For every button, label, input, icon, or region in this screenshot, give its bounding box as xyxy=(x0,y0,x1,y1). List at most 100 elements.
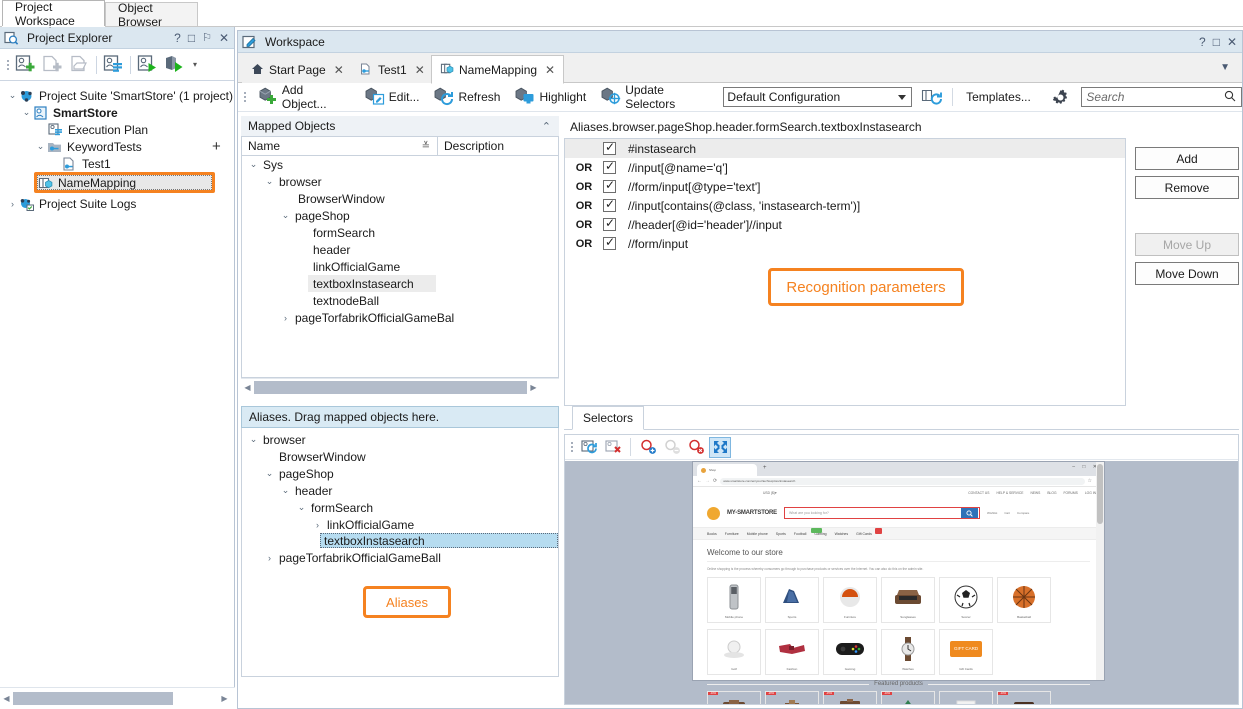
product-card[interactable]: -10% xyxy=(707,691,761,704)
selector-row[interactable]: OR //input[contains(@class, 'instasearch… xyxy=(565,196,1125,215)
expander-icon[interactable]: ⌄ xyxy=(34,141,47,152)
header-link-compare[interactable]: Compare xyxy=(1017,511,1029,515)
category-card[interactable]: Sunglasses xyxy=(881,577,935,623)
chevron-up-icon[interactable]: ⌃ xyxy=(542,120,551,133)
scroll-left-arrow-icon[interactable]: ◀ xyxy=(0,694,13,703)
alias-row-pageshop[interactable]: ⌄pageShop xyxy=(242,465,558,482)
tree-item-project-suite-logs[interactable]: › Project Suite Logs xyxy=(0,195,234,212)
add-object-button[interactable]: Add Object... xyxy=(251,85,356,110)
selector-row[interactable]: OR //input[@name='q'] xyxy=(565,158,1125,177)
scroll-thumb[interactable] xyxy=(13,692,173,705)
run-project-icon[interactable] xyxy=(134,52,161,78)
forward-icon[interactable]: → xyxy=(705,478,710,484)
scroll-right-arrow-icon[interactable]: ▶ xyxy=(527,383,540,392)
chevron-down-icon[interactable]: ▼ xyxy=(1220,62,1230,73)
category-card[interactable]: GIFT CARDGift Cards xyxy=(939,629,993,675)
expander-icon[interactable]: › xyxy=(263,553,276,563)
back-icon[interactable]: ← xyxy=(697,478,702,484)
doc-tab-test1[interactable]: Test1 ✕ xyxy=(351,57,434,83)
new-project-icon[interactable] xyxy=(39,52,66,78)
instasearch-textbox[interactable]: What are you looking for? xyxy=(784,507,980,519)
alias-row-pagetorfabrik[interactable]: ›pageTorfabrikOfficialGameBall xyxy=(242,549,558,566)
expander-icon[interactable]: › xyxy=(279,313,292,323)
help-icon[interactable]: ? xyxy=(174,32,181,44)
close-icon[interactable]: ✕ xyxy=(415,63,425,77)
toolbar-grip[interactable] xyxy=(4,55,12,75)
browser-tab[interactable]: Shop xyxy=(697,464,757,476)
doc-tab-start-page[interactable]: Start Page ✕ xyxy=(242,57,353,83)
alias-row-textboxinstasearch[interactable]: textboxInstasearch xyxy=(320,533,558,548)
alias-row-browser[interactable]: ⌄browser xyxy=(242,431,558,448)
refresh-preview-icon[interactable] xyxy=(578,437,600,458)
url-input[interactable]: www.smartstore.com/en/your/tech/explore/… xyxy=(720,478,1084,485)
nav-item[interactable]: Gift Cards xyxy=(856,532,872,536)
alias-row-header[interactable]: ⌄header xyxy=(242,482,558,499)
currency-selector[interactable]: USD ($)▾ xyxy=(763,491,777,495)
top-link[interactable]: CONTACT US xyxy=(968,491,989,495)
close-icon[interactable]: ✕ xyxy=(1227,35,1237,49)
close-icon[interactable]: ✕ xyxy=(334,63,344,77)
expander-icon[interactable]: ⌄ xyxy=(247,159,260,170)
mapped-row-linkofficialgame[interactable]: linkOfficialGame xyxy=(242,258,558,275)
mapped-row-textnodeball[interactable]: textnodeBall xyxy=(242,292,558,309)
expander-icon[interactable]: ⌄ xyxy=(247,434,260,445)
mapped-row-formsearch[interactable]: formSearch xyxy=(242,224,558,241)
mapped-objects-hscrollbar[interactable]: ◀ ▶ xyxy=(241,378,559,395)
help-icon[interactable]: ? xyxy=(1199,35,1206,49)
move-down-button[interactable]: Move Down xyxy=(1135,262,1239,285)
move-up-button[interactable]: Move Up xyxy=(1135,233,1239,256)
selector-row[interactable]: #instasearch xyxy=(565,139,1125,158)
clear-preview-icon[interactable] xyxy=(602,437,624,458)
zoom-out-icon[interactable] xyxy=(661,437,683,458)
new-tab-icon[interactable]: + xyxy=(763,465,767,471)
selectors-list[interactable]: #instasearch OR //input[@name='q'] OR //… xyxy=(564,138,1126,406)
alias-row-linkofficialgame[interactable]: ›linkOfficialGame xyxy=(242,516,558,533)
top-link[interactable]: LOG IN xyxy=(1085,491,1096,495)
tree-item-execution-plan[interactable]: Execution Plan xyxy=(0,121,234,138)
tree-item-project-suite[interactable]: ⌄ Project Suite 'SmartStore' (1 project) xyxy=(0,87,234,104)
tree-item-keywordtests[interactable]: ⌄ KeywordTests + xyxy=(0,138,234,155)
sort-icon[interactable]: ≚ xyxy=(422,141,430,152)
remove-button[interactable]: Remove xyxy=(1135,176,1239,199)
update-selectors-button[interactable]: Update Selectors xyxy=(594,85,721,110)
zoom-reset-icon[interactable] xyxy=(685,437,707,458)
refresh-button[interactable]: Refresh xyxy=(427,85,506,110)
product-card[interactable]: -15% xyxy=(823,691,877,704)
project-explorer-tree[interactable]: ⌄ Project Suite 'SmartStore' (1 project)… xyxy=(0,82,234,687)
product-card[interactable] xyxy=(939,691,993,704)
category-card[interactable]: Gaming xyxy=(823,629,877,675)
category-card[interactable]: Watches xyxy=(881,629,935,675)
expander-icon[interactable]: ⌄ xyxy=(263,468,276,479)
search-input[interactable]: Search xyxy=(1081,87,1242,107)
doc-tab-namemapping[interactable]: NameMapping ✕ xyxy=(431,55,564,84)
maximize-icon[interactable]: □ xyxy=(1213,35,1220,49)
alias-row-formsearch[interactable]: ⌄formSearch xyxy=(242,499,558,516)
selector-checkbox[interactable] xyxy=(603,199,616,212)
configuration-combobox[interactable]: Default Configuration xyxy=(723,87,911,107)
chevron-down-icon[interactable] xyxy=(898,95,906,100)
alias-row-browserwindow[interactable]: BrowserWindow xyxy=(242,448,558,465)
top-link[interactable]: BLOG xyxy=(1047,491,1056,495)
new-project-suite-icon[interactable] xyxy=(12,52,39,78)
scroll-thumb[interactable] xyxy=(254,381,527,394)
category-card[interactable]: Golf xyxy=(707,629,761,675)
product-card[interactable]: -10% xyxy=(881,691,935,704)
aliases-tree[interactable]: ⌄browser BrowserWindow ⌄pageShop ⌄header… xyxy=(241,428,559,677)
add-keyword-test-button[interactable]: + xyxy=(212,138,221,155)
selector-row[interactable]: OR //header[@id='header']//input xyxy=(565,215,1125,234)
open-project-icon[interactable] xyxy=(66,52,93,78)
mapped-row-sys[interactable]: ⌄Sys xyxy=(242,156,558,173)
nav-item[interactable]: Watches xyxy=(835,532,849,536)
expander-icon[interactable]: ⌄ xyxy=(279,485,292,496)
product-card[interactable]: -10% xyxy=(997,691,1051,704)
category-card[interactable]: Basketball xyxy=(997,577,1051,623)
tree-item-smartstore[interactable]: ⌄ SmartStore xyxy=(0,104,234,121)
column-header-description[interactable]: Description xyxy=(438,137,558,155)
selector-row[interactable]: OR //form/input xyxy=(565,234,1125,253)
scroll-thumb[interactable] xyxy=(1097,464,1103,524)
tab-selectors[interactable]: Selectors xyxy=(572,406,644,430)
category-card[interactable]: Fashion xyxy=(765,629,819,675)
refresh-config-icon[interactable] xyxy=(919,84,946,110)
nav-item[interactable]: Football xyxy=(794,532,806,536)
mapped-row-pagetorfabrik[interactable]: ›pageTorfabrikOfficialGameBal xyxy=(242,309,558,326)
